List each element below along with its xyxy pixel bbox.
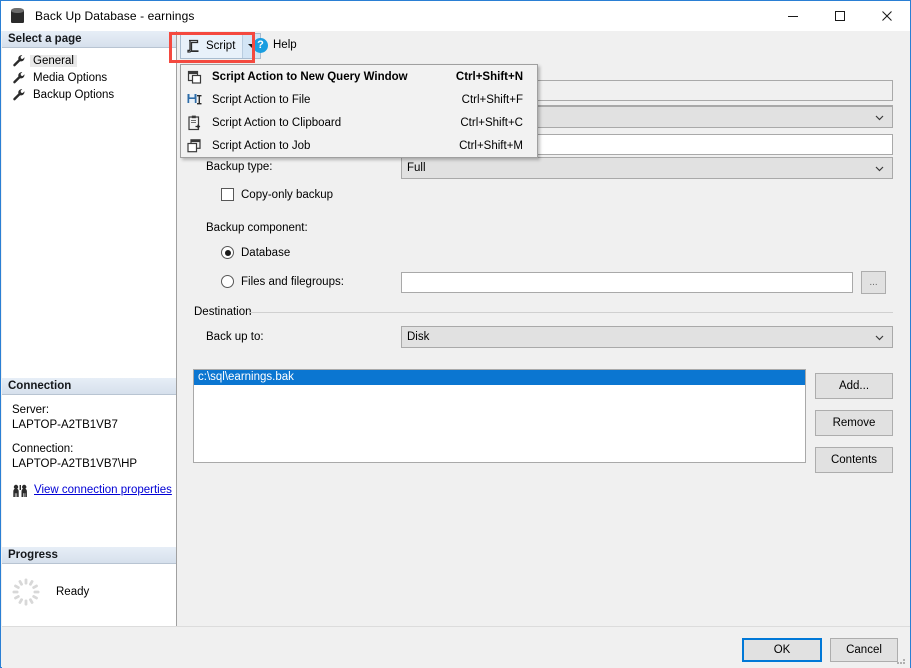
menu-item-script-to-file[interactable]: Script Action to File Ctrl+Shift+F	[181, 88, 537, 111]
backup-to-label: Back up to:	[206, 331, 264, 343]
progress-header: Progress	[2, 547, 176, 564]
files-filegroups-input[interactable]	[401, 272, 853, 293]
sidebar-item-label: General	[30, 54, 77, 67]
script-dropdown-menu[interactable]: Script Action to New Query Window Ctrl+S…	[180, 64, 538, 158]
connection-label: Connection:	[12, 443, 74, 455]
wrench-icon	[13, 54, 25, 66]
progress-section: Progress Ready	[2, 547, 176, 606]
job-window-icon	[187, 138, 201, 152]
save-to-file-icon	[187, 93, 202, 104]
files-filegroups-radio-row[interactable]: Files and filegroups:	[221, 275, 344, 288]
dialog-footer: OK Cancel	[2, 626, 910, 668]
sidebar-item-media-options[interactable]: Media Options	[2, 69, 176, 86]
destination-group-line	[249, 312, 893, 313]
maximize-button[interactable]	[816, 1, 863, 31]
ok-button[interactable]: OK	[742, 638, 822, 662]
list-item[interactable]: c:\sql\earnings.bak	[194, 370, 805, 385]
contents-button[interactable]: Contents	[815, 447, 893, 473]
chevron-down-icon	[875, 166, 884, 171]
help-button[interactable]: ? Help	[253, 34, 297, 56]
spinner-icon	[12, 578, 40, 606]
database-radio[interactable]	[221, 246, 234, 259]
select-page-header: Select a page	[2, 31, 176, 48]
copy-only-backup-label: Copy-only backup	[241, 188, 334, 201]
copy-only-backup-checkbox[interactable]	[221, 188, 234, 201]
script-icon	[187, 39, 199, 53]
files-browse-button[interactable]: ...	[861, 271, 886, 294]
menu-item-script-to-clipboard[interactable]: Script Action to Clipboard Ctrl+Shift+C	[181, 111, 537, 134]
close-button[interactable]	[863, 1, 910, 31]
chevron-down-icon	[875, 335, 884, 340]
script-button-label: Script	[206, 40, 236, 52]
server-value: LAPTOP-A2TB1VB7	[12, 419, 118, 431]
menu-item-shortcut: Ctrl+Shift+F	[461, 93, 523, 106]
wrench-icon	[13, 71, 25, 83]
backup-type-label: Backup type:	[206, 161, 273, 173]
backup-type-combo[interactable]: Full	[401, 157, 893, 179]
progress-status: Ready	[56, 586, 90, 598]
files-filegroups-label: Files and filegroups:	[241, 275, 344, 288]
menu-item-label: Script Action to New Query Window	[212, 70, 408, 83]
backup-to-value: Disk	[407, 331, 430, 343]
help-button-label: Help	[273, 39, 297, 51]
menu-item-script-to-job[interactable]: Script Action to Job Ctrl+Shift+M	[181, 134, 537, 157]
title-bar: Back Up Database - earnings	[1, 1, 910, 31]
menu-item-script-to-new-query-window[interactable]: Script Action to New Query Window Ctrl+S…	[181, 65, 537, 88]
sidebar-item-backup-options[interactable]: Backup Options	[2, 86, 176, 103]
toolbar: Script ? Help	[177, 31, 910, 61]
connection-value: LAPTOP-A2TB1VB7\HP	[12, 458, 138, 470]
menu-item-shortcut: Ctrl+Shift+M	[459, 139, 523, 152]
backup-type-row: Backup type:	[206, 161, 272, 173]
cancel-button[interactable]: Cancel	[830, 638, 898, 662]
backup-component-label: Backup component:	[206, 222, 308, 234]
add-button[interactable]: Add...	[815, 373, 893, 399]
database-radio-label: Database	[241, 246, 291, 259]
backup-to-row: Back up to:	[206, 331, 264, 343]
help-question-icon: ?	[253, 37, 268, 53]
database-icon	[10, 7, 26, 25]
sidebar-item-general[interactable]: General	[2, 52, 176, 69]
sidebar-item-label: Backup Options	[33, 88, 115, 101]
chevron-down-icon	[875, 115, 884, 120]
sidebar-item-label: Media Options	[33, 71, 108, 84]
menu-item-shortcut: Ctrl+Shift+N	[455, 70, 523, 83]
script-button[interactable]: Script	[180, 33, 262, 59]
new-query-window-icon	[187, 70, 202, 84]
wrench-icon	[13, 88, 25, 100]
files-filegroups-radio[interactable]	[221, 275, 234, 288]
menu-item-label: Script Action to File	[212, 93, 311, 106]
sidebar: Select a page General Media Options Back…	[2, 31, 177, 626]
minimize-button[interactable]	[769, 1, 816, 31]
menu-item-label: Script Action to Clipboard	[212, 116, 342, 129]
destination-group-title: Destination	[194, 306, 257, 318]
destination-file-list[interactable]: c:\sql\earnings.bak	[193, 369, 806, 463]
backup-component-row: Backup component:	[206, 222, 308, 234]
menu-item-label: Script Action to Job	[212, 139, 311, 152]
window-title: Back Up Database - earnings	[35, 9, 195, 23]
remove-button[interactable]: Remove	[815, 410, 893, 436]
connection-people-icon	[13, 484, 27, 497]
resize-grip-icon[interactable]	[895, 654, 907, 666]
view-connection-properties-link[interactable]: View connection properties	[34, 483, 172, 498]
menu-item-shortcut: Ctrl+Shift+C	[460, 116, 523, 129]
connection-section: Connection Server: LAPTOP-A2TB1VB7 Conne…	[2, 378, 176, 498]
copy-only-backup-row[interactable]: Copy-only backup	[221, 188, 333, 201]
connection-header: Connection	[2, 378, 176, 395]
connection-body: Server: LAPTOP-A2TB1VB7 Connection: LAPT…	[2, 395, 176, 498]
backup-to-combo[interactable]: Disk	[401, 326, 893, 348]
window-controls	[769, 1, 910, 31]
backup-type-value: Full	[407, 162, 426, 174]
clipboard-icon	[188, 115, 201, 130]
database-radio-row[interactable]: Database	[221, 246, 290, 259]
server-label: Server:	[12, 404, 50, 416]
page-list: General Media Options Backup Options	[2, 48, 176, 103]
backup-database-dialog: Back Up Database - earnings Select a pag…	[0, 0, 911, 668]
